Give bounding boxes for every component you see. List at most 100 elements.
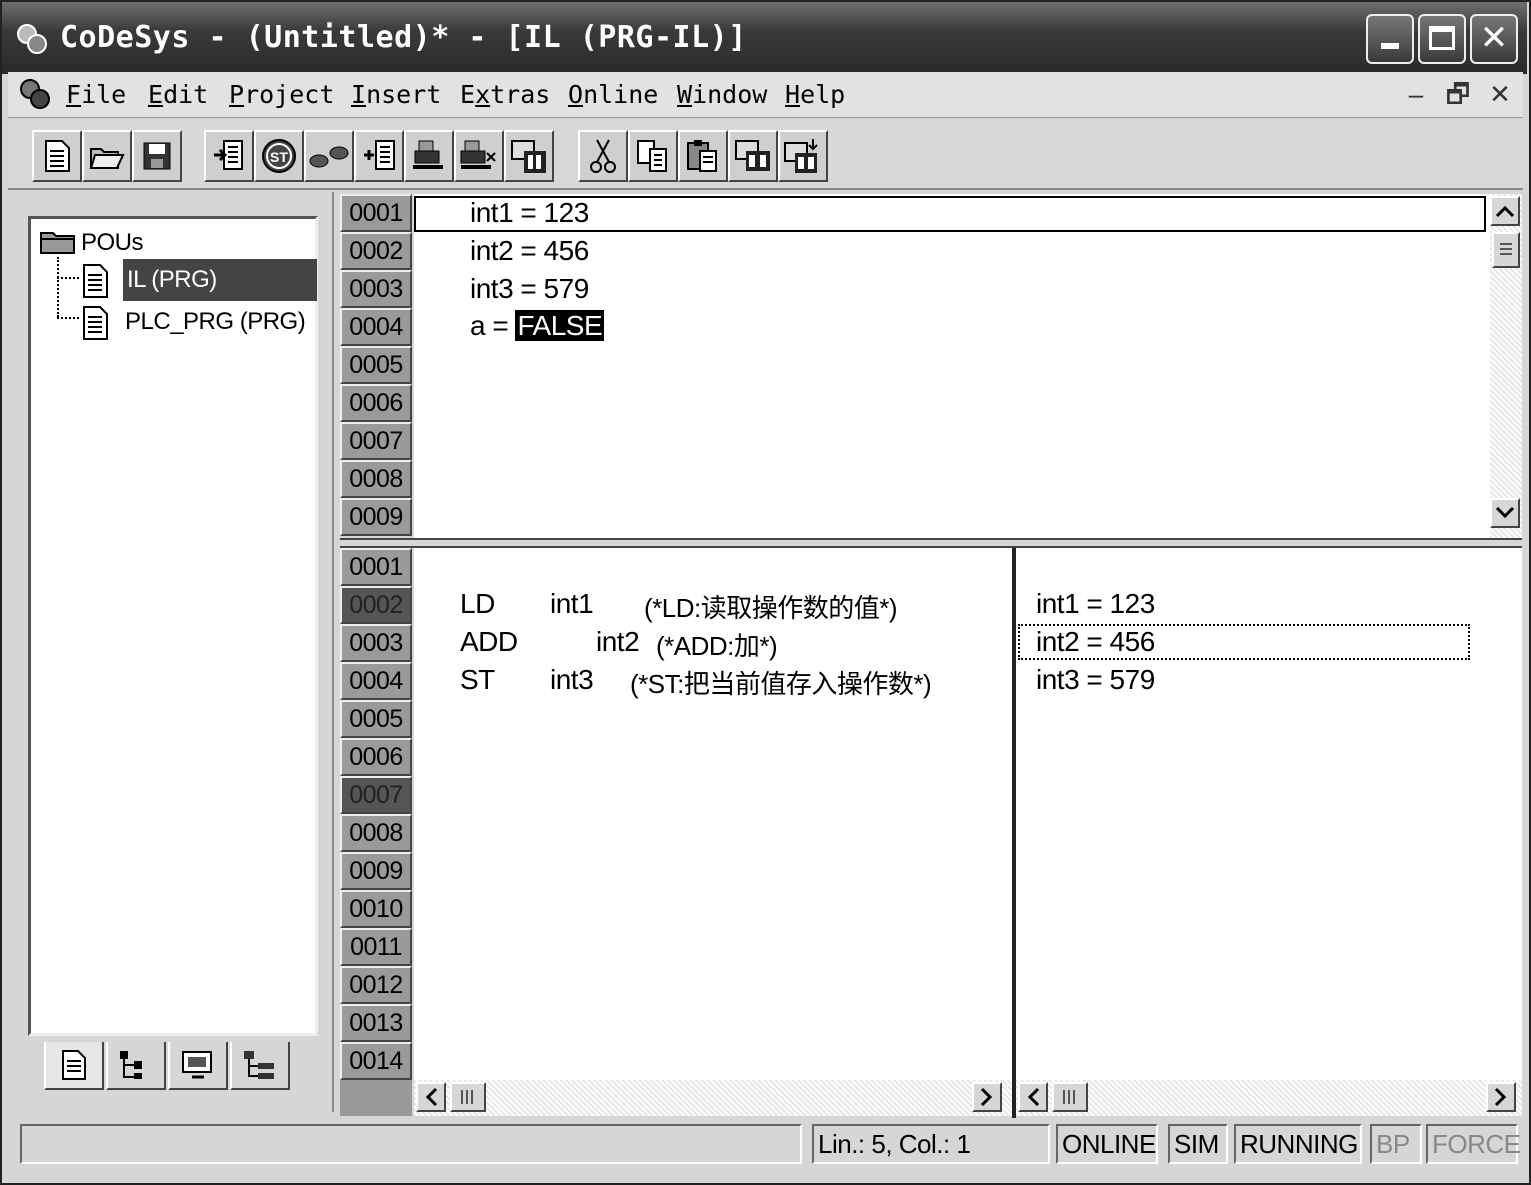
step-in-button[interactable] <box>354 130 404 182</box>
save-button[interactable] <box>132 130 182 182</box>
mdi-close-icon: ✕ <box>1489 79 1511 109</box>
copy-button[interactable] <box>628 130 678 182</box>
document-icon <box>20 79 50 109</box>
horizontal-splitter[interactable] <box>340 538 1522 548</box>
il-code-editor[interactable]: LD int1 (*LD:读取操作数的值*) ADD int2 (*ADD:加*… <box>414 548 1012 1080</box>
status-force: FORCE <box>1426 1124 1521 1164</box>
line-number: 0005 <box>340 346 412 384</box>
paste-button[interactable] <box>678 130 728 182</box>
tree-item-plc-prg[interactable]: PLC_PRG (PRG) <box>81 301 317 343</box>
cut-icon <box>590 139 616 173</box>
scroll-thumb[interactable] <box>1052 1082 1088 1112</box>
chevron-right-icon <box>980 1087 993 1107</box>
scroll-thumb[interactable] <box>450 1082 486 1112</box>
line-number: 0009 <box>340 852 412 890</box>
line-number-gutter-filler <box>340 1080 412 1116</box>
menu-help[interactable]: Help <box>785 80 845 109</box>
tab-visualizations[interactable] <box>168 1042 228 1090</box>
cut-button[interactable] <box>578 130 628 182</box>
cursor-position: Lin.: 5, Col.: 1 <box>812 1124 1050 1164</box>
codesys-app-icon <box>17 24 47 54</box>
declaration-line[interactable]: int2 = 456 <box>470 235 589 267</box>
tab-resources[interactable] <box>230 1042 290 1090</box>
menu-edit-mnemonic: E <box>148 80 164 109</box>
visualizations-tab-icon <box>182 1051 212 1079</box>
pou-tree[interactable]: POUs IL (PRG) PLC_PRG (PRG) <box>28 216 318 1036</box>
minimize-icon <box>1381 43 1399 49</box>
mdi-minimize-button[interactable]: – <box>1398 76 1434 112</box>
declaration-editor[interactable]: int1 = 123 int2 = 456 int3 = 579 a = FAL… <box>414 194 1490 538</box>
monitoring-panel[interactable]: int1 = 123 int2 = 456 int3 = 579 <box>1016 548 1522 1080</box>
line-number-breakpoint[interactable]: 0007 <box>340 776 412 814</box>
scroll-right-button[interactable] <box>1486 1082 1516 1112</box>
scroll-thumb[interactable] <box>1492 232 1520 268</box>
chevron-right-icon <box>1494 1087 1507 1107</box>
tree-item-il-prg[interactable]: IL (PRG) <box>81 259 317 301</box>
line-number: 0012 <box>340 966 412 1004</box>
menu-project[interactable]: Project <box>229 80 334 109</box>
find-next-button[interactable] <box>778 130 828 182</box>
instruction-operand[interactable]: int1 <box>550 588 594 620</box>
line-number: 0014 <box>340 1042 412 1080</box>
status-message <box>20 1124 802 1164</box>
menu-file[interactable]: File <box>66 80 126 109</box>
instruction-operand[interactable]: int2 <box>596 626 640 658</box>
line-number: 0003 <box>340 270 412 308</box>
scroll-up-button[interactable] <box>1490 196 1520 226</box>
scroll-down-button[interactable] <box>1490 498 1520 528</box>
mdi-close-button[interactable]: ✕ <box>1482 76 1518 112</box>
line-number: 0010 <box>340 890 412 928</box>
boolean-value-highlight[interactable]: FALSE <box>515 310 605 341</box>
instruction-operand[interactable]: int3 <box>550 664 594 696</box>
minimize-button[interactable] <box>1366 14 1414 64</box>
declaration-vertical-scrollbar[interactable] <box>1490 194 1522 538</box>
chevron-up-icon <box>1495 205 1515 218</box>
line-number: 0003 <box>340 624 412 662</box>
instruction-operator[interactable]: LD <box>460 588 495 620</box>
close-button[interactable]: ✕ <box>1470 14 1518 64</box>
stop-button[interactable]: ST <box>254 130 304 182</box>
menu-bar: File Edit Project Insert Extras Online W… <box>8 72 1523 118</box>
monitor-horizontal-scrollbar[interactable] <box>1016 1080 1522 1116</box>
maximize-button[interactable] <box>1418 14 1466 64</box>
instruction-operator[interactable]: ADD <box>460 626 518 658</box>
mdi-restore-icon: 🗗 <box>1445 79 1471 109</box>
line-number-breakpoint[interactable]: 0002 <box>340 586 412 624</box>
scroll-right-button[interactable] <box>972 1082 1002 1112</box>
new-button[interactable] <box>32 130 82 182</box>
menu-extras[interactable]: Extras <box>460 80 550 109</box>
tab-data-types[interactable] <box>106 1042 166 1090</box>
instruction-comment: (*ST:把当前值存入操作数*) <box>630 669 932 699</box>
run-button[interactable] <box>304 130 354 182</box>
declaration-line[interactable]: int1 = 123 <box>470 197 589 229</box>
find-button[interactable] <box>728 130 778 182</box>
declaration-line[interactable]: a = FALSE <box>470 310 605 342</box>
code-horizontal-scrollbar[interactable] <box>414 1080 1012 1116</box>
menu-online-mnemonic: O <box>568 80 584 109</box>
maximize-icon <box>1429 26 1455 50</box>
find-next-icon <box>784 139 818 173</box>
grip-icon <box>1063 1090 1075 1104</box>
menu-online[interactable]: Online <box>568 80 658 109</box>
tree-root-label: POUs <box>81 229 144 256</box>
menu-window-mnemonic: W <box>677 80 693 109</box>
login-button[interactable] <box>204 130 254 182</box>
instruction-comment: (*LD:读取操作数的值*) <box>644 593 898 623</box>
scroll-left-button[interactable] <box>1018 1082 1048 1112</box>
title-bar[interactable]: CoDeSys - (Untitled)* - [IL (PRG-IL)] ✕ <box>2 2 1527 74</box>
svg-text:ST: ST <box>270 149 288 165</box>
breakpoint-button[interactable] <box>404 130 454 182</box>
menu-insert[interactable]: Insert <box>351 80 441 109</box>
monitor-button[interactable] <box>504 130 554 182</box>
status-sim: SIM <box>1168 1124 1228 1164</box>
reset-button[interactable] <box>454 130 504 182</box>
open-button[interactable] <box>82 130 132 182</box>
scroll-left-button[interactable] <box>416 1082 446 1112</box>
tab-pous[interactable] <box>44 1042 104 1090</box>
menu-edit[interactable]: Edit <box>148 80 208 109</box>
declaration-line[interactable]: int3 = 579 <box>470 273 589 305</box>
mdi-restore-button[interactable]: 🗗 <box>1440 76 1476 112</box>
menu-window[interactable]: Window <box>677 80 767 109</box>
instruction-operator[interactable]: ST <box>460 664 495 696</box>
tree-item-label: IL (PRG) <box>123 259 317 301</box>
